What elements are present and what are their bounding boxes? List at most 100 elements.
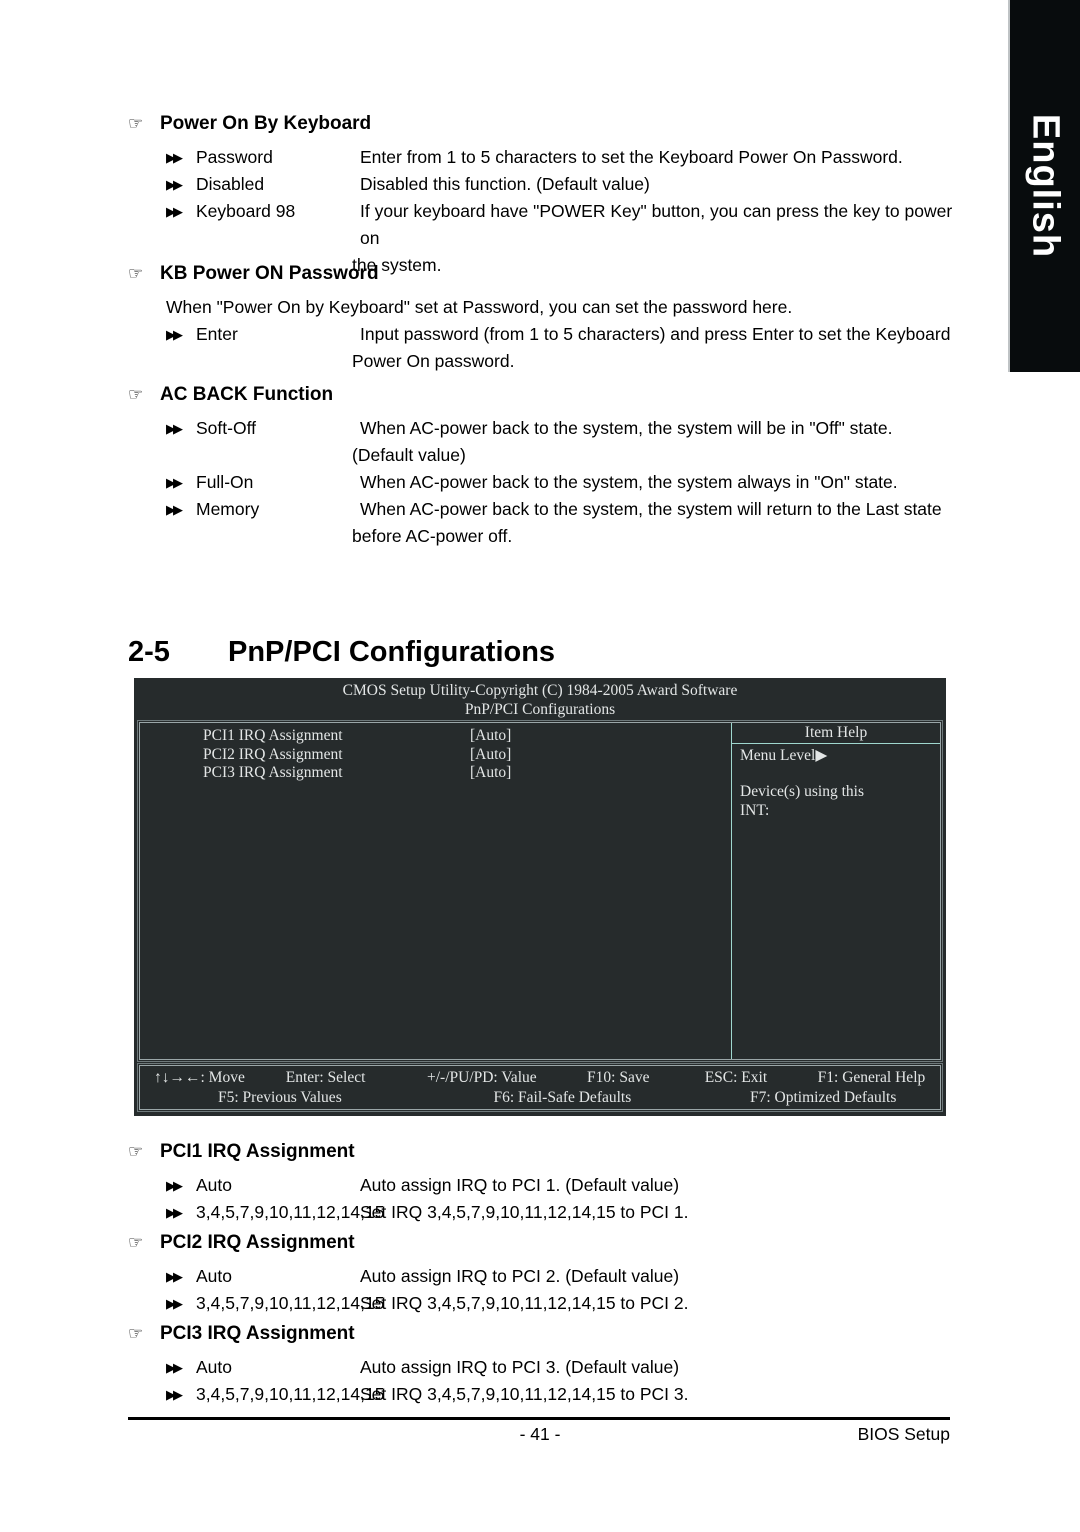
double-arrow-bullet-icon: ▶▶ bbox=[166, 421, 183, 436]
option-label: Auto bbox=[196, 1175, 232, 1195]
option-row: ▶▶ 3,4,5,7,9,10,11,12,14,15 Set IRQ 3,4,… bbox=[128, 1199, 968, 1226]
double-arrow-bullet-icon: ▶▶ bbox=[166, 502, 183, 517]
section-heading: ☞ KB Power ON Password bbox=[128, 262, 968, 286]
bios-setting-value[interactable]: [Auto] bbox=[470, 764, 511, 783]
chapter-heading: 2-5 PnP/PCI Configurations bbox=[128, 636, 555, 669]
section-heading: ☞ PCI2 IRQ Assignment bbox=[128, 1231, 968, 1255]
bios-setting-name: PCI2 IRQ Assignment bbox=[203, 745, 343, 763]
language-tab: English bbox=[1008, 0, 1080, 372]
double-arrow-bullet-icon: ▶▶ bbox=[166, 204, 183, 219]
option-row: ▶▶ Auto Auto assign IRQ to PCI 3. (Defau… bbox=[128, 1354, 968, 1381]
section-heading-text: PCI2 IRQ Assignment bbox=[160, 1232, 355, 1253]
double-arrow-bullet-icon: ▶▶ bbox=[166, 1269, 183, 1284]
option-description: When AC-power back to the system, the sy… bbox=[360, 499, 942, 519]
key-failsafe-defaults: F6: Fail-Safe Defaults bbox=[493, 1089, 632, 1106]
key-exit: ESC: Exit bbox=[704, 1069, 768, 1086]
bios-item-help-panel: Item Help Menu Level▶ Device(s) using th… bbox=[732, 723, 940, 1059]
option-row: ▶▶ Full-On When AC-power back to the sys… bbox=[128, 469, 968, 496]
section-heading: ☞ AC BACK Function bbox=[128, 383, 968, 407]
footer-chapter-label: BIOS Setup bbox=[857, 1424, 950, 1444]
pointing-hand-icon: ☞ bbox=[128, 1324, 144, 1343]
help-spacer bbox=[740, 765, 940, 782]
section-heading-text: AC BACK Function bbox=[160, 384, 334, 405]
menu-level-label: Menu Level bbox=[740, 747, 816, 764]
option-description-continued: Power On password. bbox=[352, 351, 515, 371]
option-label: Soft-Off bbox=[196, 418, 256, 438]
bios-setting-row[interactable]: PCI2 IRQ Assignment [Auto] bbox=[140, 746, 731, 765]
key-move: ↑↓→←: Move bbox=[154, 1069, 245, 1086]
bios-setting-name: PCI1 IRQ Assignment bbox=[203, 727, 343, 744]
section-pci1-irq-assignment: ☞ PCI1 IRQ Assignment ▶▶ Auto Auto assig… bbox=[128, 1140, 968, 1226]
section-pci3-irq-assignment: ☞ PCI3 IRQ Assignment ▶▶ Auto Auto assig… bbox=[128, 1322, 968, 1408]
option-description-continued: before AC-power off. bbox=[352, 526, 513, 546]
menu-level-line: Menu Level▶ bbox=[740, 746, 940, 765]
double-arrow-bullet-icon: ▶▶ bbox=[166, 327, 183, 342]
option-row: ▶▶ Disabled Disabled this function. (Def… bbox=[128, 171, 968, 198]
option-label: 3,4,5,7,9,10,11,12,14,15 bbox=[196, 1202, 385, 1222]
bios-settings-list: PCI1 IRQ Assignment [Auto] PCI2 IRQ Assi… bbox=[140, 723, 732, 1059]
option-label: Auto bbox=[196, 1266, 232, 1286]
option-description: Disabled this function. (Default value) bbox=[360, 174, 650, 194]
item-help-title: Item Help bbox=[732, 723, 940, 744]
option-description: Auto assign IRQ to PCI 2. (Default value… bbox=[360, 1266, 680, 1286]
option-row: ▶▶ Keyboard 98 If your keyboard have "PO… bbox=[128, 198, 968, 252]
bios-subtitle: PnP/PCI Configurations bbox=[464, 701, 616, 718]
option-description: Enter from 1 to 5 characters to set the … bbox=[360, 147, 903, 167]
option-label: Full-On bbox=[196, 472, 254, 492]
pointing-hand-icon: ☞ bbox=[128, 1233, 144, 1252]
item-help-line-1: Device(s) using this bbox=[740, 783, 864, 800]
option-label: 3,4,5,7,9,10,11,12,14,15 bbox=[196, 1384, 385, 1404]
key-general-help: F1: General Help bbox=[817, 1069, 926, 1086]
bios-key-legend: ↑↓→←: Move Enter: Select +/-/PU/PD: Valu… bbox=[137, 1063, 943, 1112]
option-description: Auto assign IRQ to PCI 3. (Default value… bbox=[360, 1357, 680, 1377]
section-heading-text: PCI1 IRQ Assignment bbox=[160, 1141, 355, 1162]
double-arrow-bullet-icon: ▶▶ bbox=[166, 475, 183, 490]
double-arrow-bullet-icon: ▶▶ bbox=[166, 177, 183, 192]
key-optimized-defaults: F7: Optimized Defaults bbox=[750, 1089, 897, 1106]
bios-setting-name: PCI3 IRQ Assignment bbox=[203, 764, 343, 781]
bios-setting-row[interactable]: PCI1 IRQ Assignment [Auto] bbox=[140, 727, 731, 746]
option-description: Set IRQ 3,4,5,7,9,10,11,12,14,15 to PCI … bbox=[360, 1293, 689, 1313]
double-arrow-bullet-icon: ▶▶ bbox=[166, 1178, 183, 1193]
section-pci2-irq-assignment: ☞ PCI2 IRQ Assignment ▶▶ Auto Auto assig… bbox=[128, 1231, 968, 1317]
option-row: ▶▶ Auto Auto assign IRQ to PCI 1. (Defau… bbox=[128, 1172, 968, 1199]
item-help-body: Menu Level▶ Device(s) using this INT: bbox=[732, 744, 940, 820]
option-label: Auto bbox=[196, 1357, 232, 1377]
option-label: Password bbox=[196, 147, 273, 167]
pointing-hand-icon: ☞ bbox=[128, 385, 144, 404]
key-select: Enter: Select bbox=[285, 1069, 366, 1086]
chapter-title: PnP/PCI Configurations bbox=[228, 636, 556, 668]
bios-title: CMOS Setup Utility-Copyright (C) 1984-20… bbox=[342, 682, 738, 699]
option-description: Set IRQ 3,4,5,7,9,10,11,12,14,15 to PCI … bbox=[360, 1384, 689, 1404]
bios-setting-row[interactable]: PCI3 IRQ Assignment [Auto] bbox=[140, 764, 731, 783]
option-description: When AC-power back to the system, the sy… bbox=[360, 418, 893, 438]
section-power-on-by-keyboard: ☞ Power On By Keyboard ▶▶ Password Enter… bbox=[128, 112, 968, 279]
option-description-continued: (Default value) bbox=[352, 445, 466, 465]
chapter-number: 2-5 bbox=[128, 636, 170, 668]
option-row: ▶▶ Soft-Off When AC-power back to the sy… bbox=[128, 415, 968, 442]
option-row: ▶▶ Memory When AC-power back to the syst… bbox=[128, 496, 968, 523]
bios-setting-value[interactable]: [Auto] bbox=[470, 727, 511, 746]
section-heading: ☞ PCI1 IRQ Assignment bbox=[128, 1140, 968, 1164]
pointing-hand-icon: ☞ bbox=[128, 1142, 144, 1161]
pointing-hand-icon: ☞ bbox=[128, 114, 144, 133]
pointing-hand-icon: ☞ bbox=[128, 264, 144, 283]
option-description: Auto assign IRQ to PCI 1. (Default value… bbox=[360, 1175, 680, 1195]
key-save: F10: Save bbox=[587, 1069, 650, 1086]
bios-setup-screen: CMOS Setup Utility-Copyright (C) 1984-20… bbox=[134, 678, 946, 1116]
option-label: Disabled bbox=[196, 174, 265, 194]
section-heading-text: KB Power ON Password bbox=[160, 263, 379, 284]
section-heading: ☞ PCI3 IRQ Assignment bbox=[128, 1322, 968, 1346]
document-page: ☞ Power On By Keyboard ▶▶ Password Enter… bbox=[0, 0, 1008, 1532]
bios-body: PCI1 IRQ Assignment [Auto] PCI2 IRQ Assi… bbox=[137, 720, 943, 1062]
option-row: ▶▶ 3,4,5,7,9,10,11,12,14,15 Set IRQ 3,4,… bbox=[128, 1381, 968, 1408]
bios-key-legend-row-2: F5: Previous Values F6: Fail-Safe Defaul… bbox=[140, 1088, 940, 1108]
option-row: ▶▶ Password Enter from 1 to 5 characters… bbox=[128, 144, 968, 171]
bios-key-legend-row-1: ↑↓→←: Move Enter: Select +/-/PU/PD: Valu… bbox=[140, 1068, 940, 1088]
footer-divider bbox=[128, 1417, 950, 1420]
option-label: 3,4,5,7,9,10,11,12,14,15 bbox=[196, 1293, 385, 1313]
section-ac-back-function: ☞ AC BACK Function ▶▶ Soft-Off When AC-p… bbox=[128, 383, 968, 550]
key-previous-values: F5: Previous Values bbox=[218, 1089, 342, 1106]
bios-setting-value[interactable]: [Auto] bbox=[470, 746, 511, 765]
section-heading-text: Power On By Keyboard bbox=[160, 113, 372, 134]
